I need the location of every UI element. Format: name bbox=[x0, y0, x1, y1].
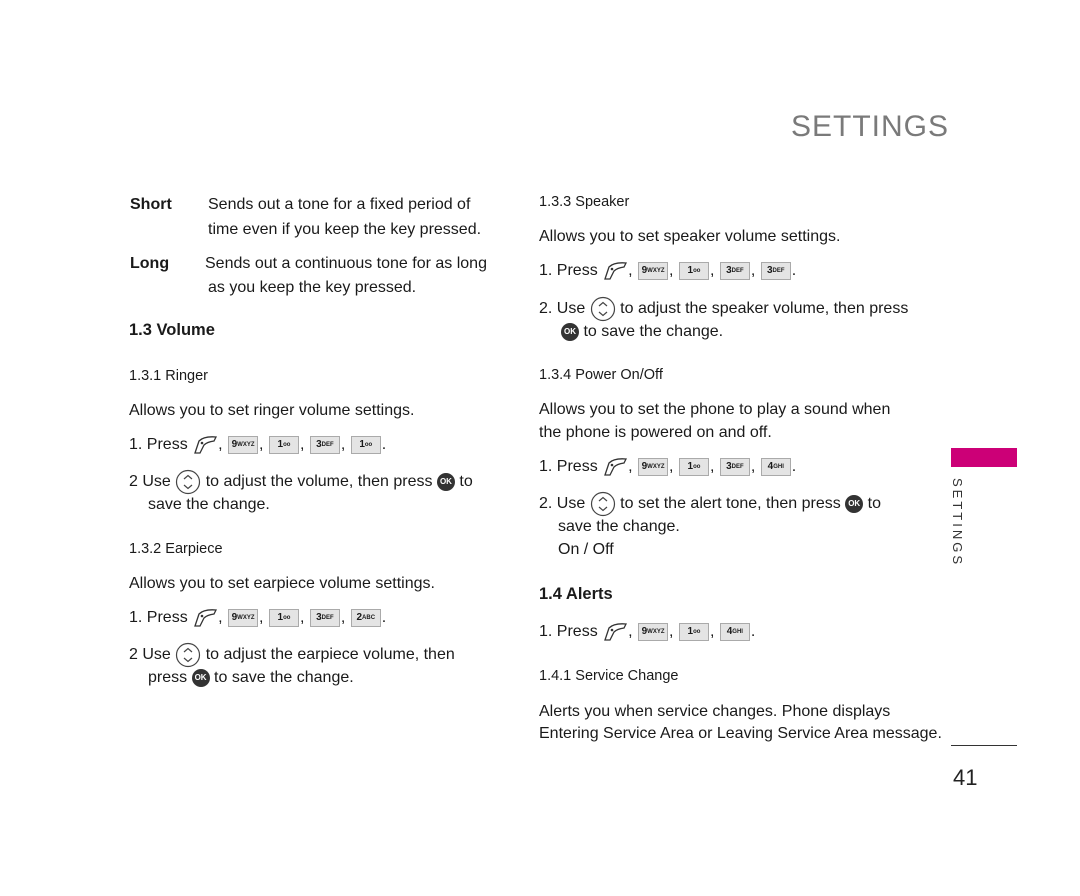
power-options: On / Off bbox=[558, 541, 614, 558]
speaker-step1: 1. Press , 9WXYZ, 1oo, 3DEF, 3DEF. bbox=[539, 261, 797, 280]
alerts-heading: 1.4 Alerts bbox=[539, 585, 613, 603]
key-3-icon: 3DEF bbox=[719, 261, 750, 280]
ringer-step2: 2 Use to adjust the volume, then press O… bbox=[129, 469, 473, 495]
earpiece-step1: 1. Press , 9WXYZ, 1oo, 3DEF, 2ABC. bbox=[129, 608, 387, 627]
menu-key-icon bbox=[194, 435, 218, 454]
short-label: Short bbox=[130, 196, 172, 213]
menu-key-icon bbox=[604, 622, 628, 641]
earpiece-desc: Allows you to set earpiece volume settin… bbox=[129, 575, 435, 592]
power-desc-line2: the phone is powered on and off. bbox=[539, 424, 772, 441]
key-1-icon: 1oo bbox=[268, 435, 299, 454]
menu-key-icon bbox=[604, 457, 628, 476]
key-9-icon: 9WXYZ bbox=[638, 457, 669, 476]
key-1-icon: 1oo bbox=[350, 435, 381, 454]
key-1-icon: 1oo bbox=[678, 261, 709, 280]
long-desc-line2: as you keep the key pressed. bbox=[208, 279, 417, 296]
section-side-label: SETTINGS bbox=[950, 478, 965, 568]
speaker-heading: 1.3.3 Speaker bbox=[539, 194, 630, 210]
key-1-icon: 1oo bbox=[268, 608, 299, 627]
step-prefix: 1. Press bbox=[129, 436, 188, 453]
ringer-heading: 1.3.1 Ringer bbox=[129, 368, 208, 384]
key-1-icon: 1oo bbox=[678, 622, 709, 641]
key-3-icon: 3DEF bbox=[719, 457, 750, 476]
ok-key-icon: OK bbox=[191, 668, 210, 687]
page-header-title: SETTINGS bbox=[790, 110, 949, 143]
menu-key-icon bbox=[194, 608, 218, 627]
short-desc-line2: time even if you keep the key pressed. bbox=[208, 221, 482, 238]
power-heading: 1.3.4 Power On/Off bbox=[539, 367, 663, 383]
power-step2: 2. Use to set the alert tone, then press… bbox=[539, 491, 881, 517]
earpiece-step2: 2 Use to adjust the earpiece volume, the… bbox=[129, 642, 455, 668]
key-3-icon: 3DEF bbox=[309, 435, 340, 454]
key-9-icon: 9WXYZ bbox=[228, 435, 259, 454]
alerts-step1: 1. Press , 9WXYZ, 1oo, 4GHI. bbox=[539, 622, 756, 641]
ok-key-icon: OK bbox=[561, 322, 579, 341]
key-3-icon: 3DEF bbox=[309, 608, 340, 627]
speaker-step2-cont: OK to save the change. bbox=[561, 320, 723, 343]
navigation-key-icon bbox=[176, 642, 201, 668]
key-9-icon: 9WXYZ bbox=[228, 608, 259, 627]
key-3-icon: 3DEF bbox=[760, 261, 791, 280]
long-desc-line1: Sends out a continuous tone for as long bbox=[205, 255, 487, 272]
ringer-desc: Allows you to set ringer volume settings… bbox=[129, 402, 415, 419]
earpiece-step2-cont: press OK to save the change. bbox=[148, 668, 354, 687]
section-tab-marker bbox=[951, 448, 1017, 467]
footer-divider bbox=[951, 745, 1017, 746]
volume-heading: 1.3 Volume bbox=[129, 321, 215, 339]
key-1-icon: 1oo bbox=[678, 457, 709, 476]
menu-key-icon bbox=[604, 261, 628, 280]
ok-key-icon: OK bbox=[845, 495, 864, 513]
key-4-icon: 4GHI bbox=[760, 457, 791, 476]
key-4-icon: 4GHI bbox=[719, 622, 750, 641]
speaker-desc: Allows you to set speaker volume setting… bbox=[539, 228, 841, 245]
service-desc-line1: Alerts you when service changes. Phone d… bbox=[539, 703, 891, 720]
ringer-step2-cont: save the change. bbox=[148, 496, 270, 513]
service-desc-line2: Entering Service Area or Leaving Service… bbox=[539, 725, 942, 742]
earpiece-heading: 1.3.2 Earpiece bbox=[129, 541, 223, 557]
navigation-key-icon bbox=[590, 296, 615, 322]
long-label: Long bbox=[130, 255, 170, 272]
key-2-icon: 2ABC bbox=[350, 608, 381, 627]
speaker-step2: 2. Use to adjust the speaker volume, the… bbox=[539, 296, 908, 322]
service-heading: 1.4.1 Service Change bbox=[539, 668, 679, 684]
page-number: 41 bbox=[953, 765, 978, 790]
key-9-icon: 9WXYZ bbox=[638, 622, 669, 641]
power-step2-cont: save the change. bbox=[558, 518, 680, 535]
power-desc-line1: Allows you to set the phone to play a so… bbox=[539, 401, 891, 418]
navigation-key-icon bbox=[590, 491, 615, 517]
short-desc-line1: Sends out a tone for a fixed period of bbox=[208, 196, 471, 213]
key-9-icon: 9WXYZ bbox=[638, 261, 669, 280]
power-step1: 1. Press , 9WXYZ, 1oo, 3DEF, 4GHI. bbox=[539, 457, 797, 476]
ringer-step1: 1. Press , 9WXYZ, 1oo, 3DEF, 1oo. bbox=[129, 435, 387, 454]
ok-key-icon: OK bbox=[436, 473, 455, 491]
navigation-key-icon bbox=[176, 469, 201, 495]
